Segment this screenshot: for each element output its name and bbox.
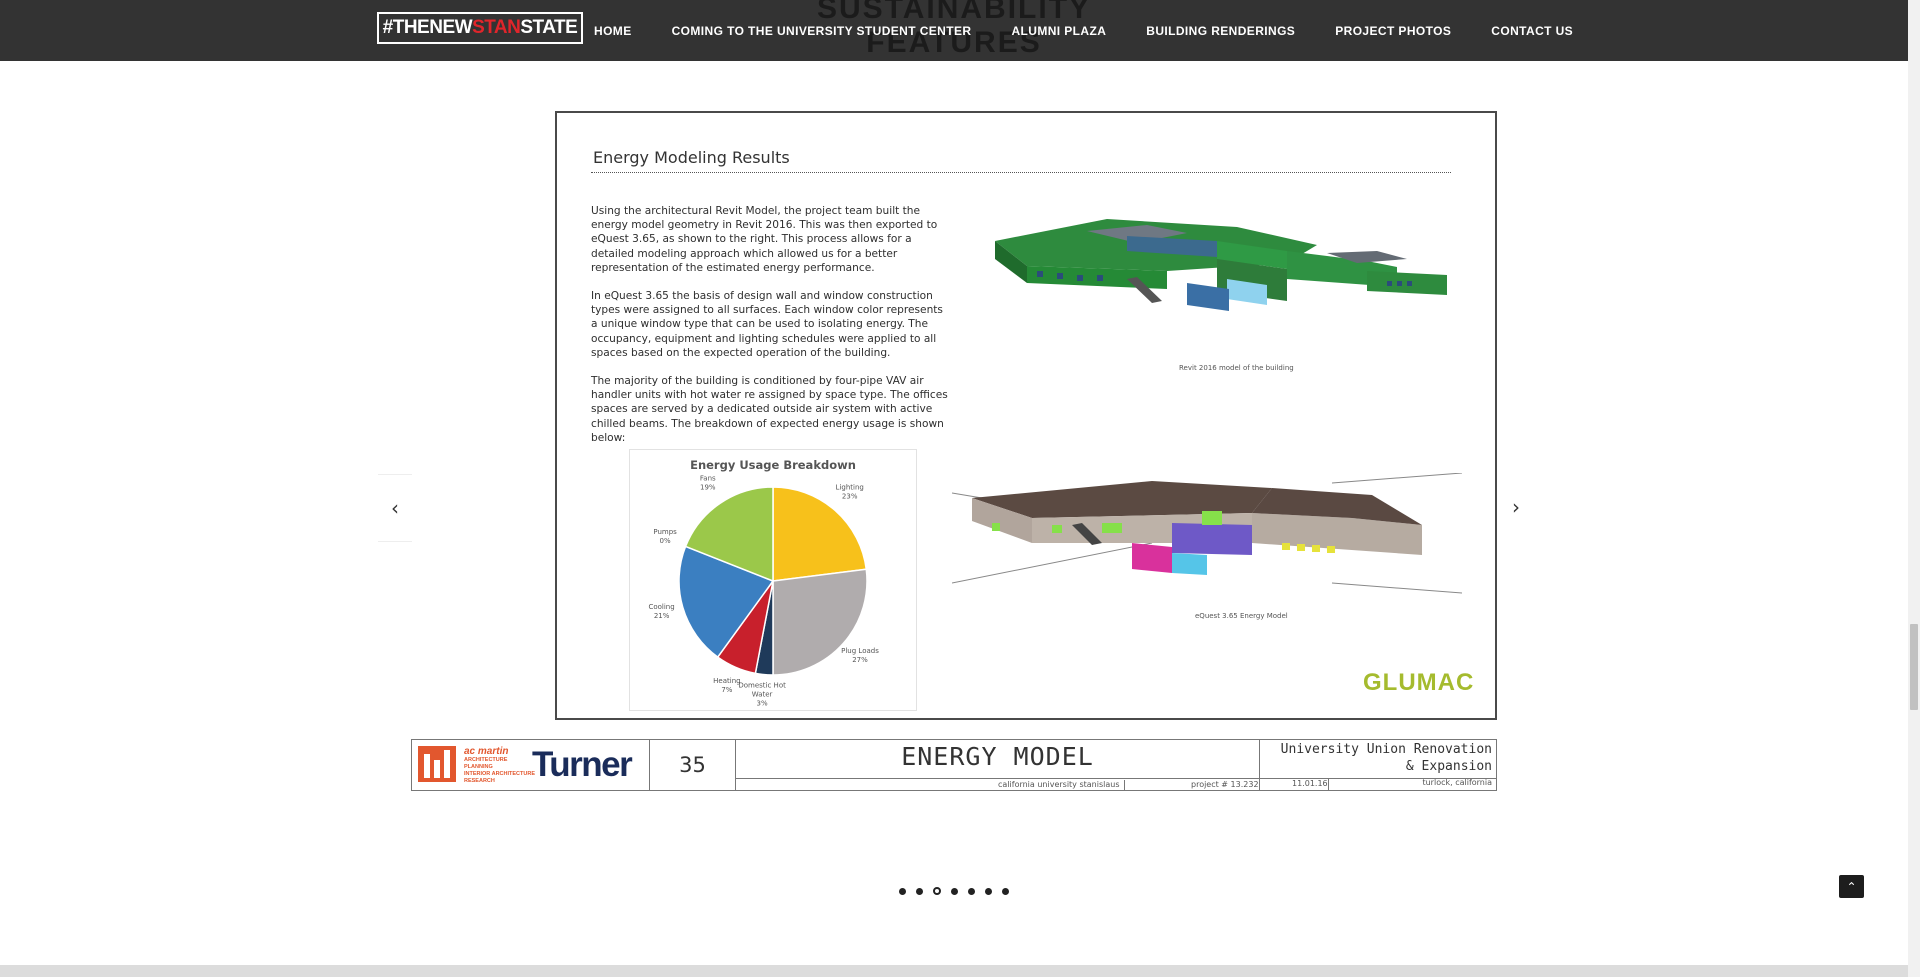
turner-logo: Turner	[532, 745, 633, 784]
chevron-left-icon: ‹	[391, 496, 399, 520]
slide-title: Energy Modeling Results	[593, 148, 790, 167]
equest-model-illustration	[952, 473, 1462, 594]
equest-caption: eQuest 3.65 Energy Model	[1195, 612, 1288, 620]
carousel-dot[interactable]	[933, 887, 941, 895]
sheet-title: ENERGY MODEL	[901, 742, 1094, 771]
title-divider	[591, 172, 1451, 173]
firm-service: ARCHITECTURE	[464, 757, 508, 763]
carousel-dot[interactable]	[968, 887, 975, 895]
back-to-top-button[interactable]: ⌃	[1839, 875, 1864, 898]
ac-martin-logo-mark	[418, 746, 456, 782]
glumac-logo: GLUMAC	[1363, 669, 1475, 696]
logo-text-2: STATE	[520, 17, 578, 38]
carousel-next-button[interactable]: ›	[1499, 474, 1533, 540]
nav-building-renderings[interactable]: BUILDING RENDERINGS	[1146, 24, 1295, 38]
pie-chart-svg: Energy Usage Breakdown Lighting 23% Plug L…	[648, 458, 879, 708]
paragraph-1: Using the architectural Revit Model, the…	[591, 205, 938, 274]
pie-label-pumps: Pumps 0%	[653, 528, 677, 545]
site-logo[interactable]: #THENEW STAN STATE	[377, 12, 583, 44]
sheet-meta: california university stanislaus project…	[736, 778, 1259, 791]
firm-service: INTERIOR ARCHITECTURE	[464, 771, 535, 777]
project-number: project # 13.232	[1124, 780, 1259, 791]
revit-model-illustration	[995, 219, 1447, 311]
pie-label-heating: Heating 7%	[713, 677, 740, 694]
pie-label-fans: Fans 19%	[700, 475, 716, 492]
nav-alumni-plaza[interactable]: ALUMNI PLAZA	[1011, 24, 1106, 38]
firm-service: PLANNING	[464, 764, 493, 770]
sheet-title-block: ENERGY MODEL california university stani…	[736, 740, 1260, 791]
project-name-block: University Union Renovation & Expansion …	[1260, 740, 1496, 790]
pie-label-domestic-hot-water: Domestic Hot Water 3%	[738, 682, 786, 708]
revit-caption: Revit 2016 model of the building	[1179, 364, 1294, 372]
pie-label-plug-loads: Plug Loads 27%	[841, 647, 879, 664]
nav-contact-us[interactable]: CONTACT US	[1491, 24, 1573, 38]
top-navbar: SUSTAINABILITY FEATURES #THENEW STAN STATE…	[0, 0, 1908, 61]
carousel-prev-button[interactable]: ‹	[378, 474, 412, 542]
pie-label-lighting: Lighting 23%	[836, 484, 864, 501]
energy-pie-chart: Energy Usage Breakdown Lighting 23% Plug L…	[629, 449, 917, 711]
carousel-dot[interactable]	[985, 887, 992, 895]
carousel-dot[interactable]	[951, 887, 958, 895]
ac-martin-logo: ac martin ARCHITECTURE PLANNING INTERIOR…	[464, 747, 535, 785]
carousel-dot[interactable]	[1002, 887, 1009, 895]
scrollbar-thumb[interactable]	[1910, 624, 1918, 710]
logo-text-1: #THENEW	[382, 17, 473, 38]
pie-label-cooling: Cooling 21%	[648, 603, 674, 620]
vertical-scrollbar[interactable]	[1908, 0, 1920, 977]
slide-image: Energy Modeling Results Using the archit…	[555, 111, 1497, 720]
nav-student-center[interactable]: COMING TO THE UNIVERSITY STUDENT CENTER	[672, 24, 972, 38]
pie-slice-lighting	[772, 486, 868, 582]
chevron-right-icon: ›	[1512, 495, 1520, 519]
nav-home[interactable]: HOME	[594, 24, 632, 38]
carousel-dot[interactable]	[916, 887, 923, 895]
firm-name: ac martin	[464, 746, 509, 757]
main-nav: HOME COMING TO THE UNIVERSITY STUDENT CE…	[594, 0, 1613, 61]
paragraph-2: In eQuest 3.65 the basis of design wall …	[591, 290, 943, 359]
horizontal-scrollbar[interactable]	[0, 965, 1908, 977]
paragraph-3: The majority of the building is conditio…	[591, 375, 948, 444]
sheet-number: 35	[650, 740, 736, 790]
drawing-title-block: ac martin ARCHITECTURE PLANNING INTERIOR…	[411, 739, 1497, 791]
client-name: california university stanislaus	[998, 780, 1120, 789]
project-name-2: & Expansion	[1405, 759, 1492, 774]
chevron-up-icon: ⌃	[1846, 879, 1857, 894]
project-name-1: University Union Renovation	[1280, 742, 1492, 757]
carousel-dot[interactable]	[899, 887, 906, 895]
chart-title: Energy Usage Breakdown	[690, 458, 856, 472]
carousel-pagination	[899, 887, 1019, 895]
slide-body-text: Using the architectural Revit Model, the…	[591, 204, 949, 459]
sheet-date: 11.01.16	[1292, 779, 1328, 788]
nav-project-photos[interactable]: PROJECT PHOTOS	[1335, 24, 1451, 38]
title-block-logos: ac martin ARCHITECTURE PLANNING INTERIOR…	[412, 740, 650, 790]
logo-text-red: STAN	[472, 17, 521, 38]
firm-service: RESEARCH	[464, 778, 495, 784]
project-location: turlock, california	[1422, 778, 1492, 787]
